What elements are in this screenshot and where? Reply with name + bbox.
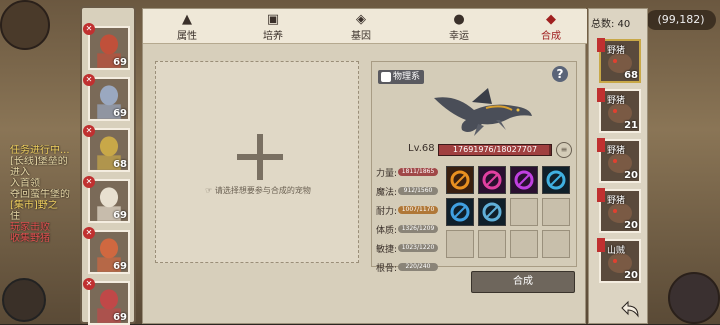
remove-badge-icon[interactable]: ✕ <box>83 125 95 137</box>
info-button[interactable]: ≡ <box>556 142 572 158</box>
right-pet-card[interactable]: 野猪 20 <box>597 138 641 183</box>
type-icon <box>381 72 391 82</box>
tab-label: 合成 <box>541 31 561 42</box>
remove-badge-icon[interactable]: ✕ <box>83 227 95 239</box>
left-pet-card[interactable]: ✕ 69 <box>83 74 130 121</box>
stat-bar: 1007/1170 <box>398 206 438 214</box>
skill-icon[interactable] <box>510 166 538 194</box>
stat-row: 耐力: 1007/1170 <box>376 202 446 221</box>
empty-skill-slot[interactable] <box>542 230 570 258</box>
pet-detail-card: 物理系 ? Lv.68 17691976/18027707 ≡ 力量: 1811/… <box>371 61 577 274</box>
tab-icon: ▲ <box>182 12 192 27</box>
skill-shortcut-icon[interactable] <box>668 272 720 324</box>
chat-line: 住 <box>10 211 20 222</box>
right-pet-card[interactable]: 野猪 21 <box>597 88 641 133</box>
empty-skill-slot[interactable] <box>542 198 570 226</box>
left-pet-card[interactable]: ✕ 69 <box>83 176 130 223</box>
player-avatar[interactable] <box>0 0 50 50</box>
rarity-flag-icon <box>597 238 605 252</box>
chat-line: 夺回蛮牛堡的 <box>10 189 70 200</box>
rarity-flag-icon <box>597 88 605 102</box>
tab-bar: ▲ 属性 ▣ 培养 ◈ 基因 ● 幸运 ◆ 合成 <box>143 9 587 44</box>
tab-icon: ● <box>453 12 465 27</box>
chat-line: 玩家击败 <box>10 222 50 233</box>
tab-label: 基因 <box>351 31 371 42</box>
tab-attributes[interactable]: ▲ 属性 <box>157 11 217 43</box>
stat-row: 力量: 1811/1865 <box>376 164 446 183</box>
right-pet-card[interactable]: 山贼 20 <box>597 238 641 283</box>
chat-line: 进入 <box>10 167 30 178</box>
skill-icon[interactable] <box>542 166 570 194</box>
stat-bar: 1326/1209 <box>398 225 438 233</box>
empty-skill-slot[interactable] <box>510 230 538 258</box>
tab-luck[interactable]: ● 幸运 <box>429 11 489 43</box>
pet-portrait <box>434 88 532 136</box>
pet-compose-panel: ▲ 属性 ▣ 培养 ◈ 基因 ● 幸运 ◆ 合成 ☞ 请选择想要参与合成的宠物 物理系 ? Lv.… <box>142 8 587 324</box>
map-coordinates: (99,182) <box>646 10 716 30</box>
chat-line: 入首领 <box>10 178 40 189</box>
pet-level: Lv.68 <box>408 143 435 154</box>
type-badge: 物理系 <box>378 70 424 84</box>
left-pet-list: ✕ 69 ✕ 69 ✕ 68 ✕ 69 ✕ 69 ✕ 69 <box>80 6 136 325</box>
stat-row: 敏捷: 1023/1220 <box>376 240 446 259</box>
tab-compose[interactable]: ◆ 合成 <box>521 11 581 43</box>
stat-row: 体质: 1326/1209 <box>376 221 446 240</box>
rarity-flag-icon <box>597 38 605 52</box>
pet-select-slot[interactable]: ☞ 请选择想要参与合成的宠物 <box>155 61 359 263</box>
empty-skill-slot[interactable] <box>478 230 506 258</box>
right-pet-card[interactable]: 野猪 20 <box>597 188 641 233</box>
tab-icon: ◈ <box>356 12 366 27</box>
tab-label: 培养 <box>263 31 283 42</box>
stat-bar: 220/240 <box>398 263 438 271</box>
stat-bar: 1023/1220 <box>398 244 438 252</box>
hand-pointer-icon: ☞ <box>205 186 215 195</box>
tab-label: 幸运 <box>449 31 469 42</box>
return-icon[interactable] <box>618 296 642 320</box>
tab-gene[interactable]: ◈ 基因 <box>331 11 391 43</box>
remove-badge-icon[interactable]: ✕ <box>83 74 95 86</box>
stat-bar: 1811/1865 <box>398 168 438 176</box>
stat-row: 根骨: 220/240 <box>376 259 446 278</box>
remove-badge-icon[interactable]: ✕ <box>83 176 95 188</box>
empty-skill-slot[interactable] <box>446 230 474 258</box>
tab-label: 属性 <box>177 31 197 42</box>
compose-button[interactable]: 合成 <box>471 271 575 293</box>
add-pet-icon[interactable] <box>237 134 283 180</box>
tab-icon: ◆ <box>546 12 556 27</box>
chat-line: 收集野猪 <box>10 233 50 244</box>
hp-bar: 17691976/18027707 <box>438 144 552 156</box>
stat-row: 魔法: 912/1560 <box>376 183 446 202</box>
left-pet-card[interactable]: ✕ 69 <box>83 23 130 70</box>
left-pet-card[interactable]: ✕ 69 <box>83 278 130 325</box>
skill-icon[interactable] <box>478 198 506 226</box>
rarity-flag-icon <box>597 138 605 152</box>
stat-list: 力量: 1811/1865 魔法: 912/1560 耐力: 1007/1170 体质: 13… <box>376 164 446 278</box>
chat-line: [长线]堡垒的 <box>10 156 68 167</box>
left-pet-card[interactable]: ✕ 69 <box>83 227 130 274</box>
chat-icon[interactable] <box>2 278 46 322</box>
chat-line: 任务进行中... <box>10 145 70 156</box>
chat-line: [集市]野之 <box>10 200 58 211</box>
rarity-flag-icon <box>597 188 605 202</box>
right-pet-list: 总数: 40 野猪 68 野猪 21 野猪 20 野猪 20 山贼 20 <box>588 8 648 324</box>
tab-icon: ▣ <box>266 12 280 27</box>
pet-total-count: 总数: 40 <box>591 19 631 30</box>
right-pet-card[interactable]: 野猪 68 <box>597 38 641 83</box>
select-hint-text: ☞ 请选择想要参与合成的宠物 <box>205 186 311 195</box>
skill-icon[interactable] <box>478 166 506 194</box>
chat-log: 任务进行中... [长线]堡垒的 进入 入首领 夺回蛮牛堡的 [集市]野之住玩家击败 收集野… <box>10 145 70 244</box>
stat-bar: 912/1560 <box>398 187 438 195</box>
help-icon[interactable]: ? <box>552 66 568 82</box>
skill-icon[interactable] <box>446 166 474 194</box>
remove-badge-icon[interactable]: ✕ <box>83 278 95 290</box>
remove-badge-icon[interactable]: ✕ <box>83 23 95 35</box>
skill-icon[interactable] <box>446 198 474 226</box>
tab-train[interactable]: ▣ 培养 <box>243 11 303 43</box>
empty-skill-slot[interactable] <box>510 198 538 226</box>
left-pet-card[interactable]: ✕ 68 <box>83 125 130 172</box>
